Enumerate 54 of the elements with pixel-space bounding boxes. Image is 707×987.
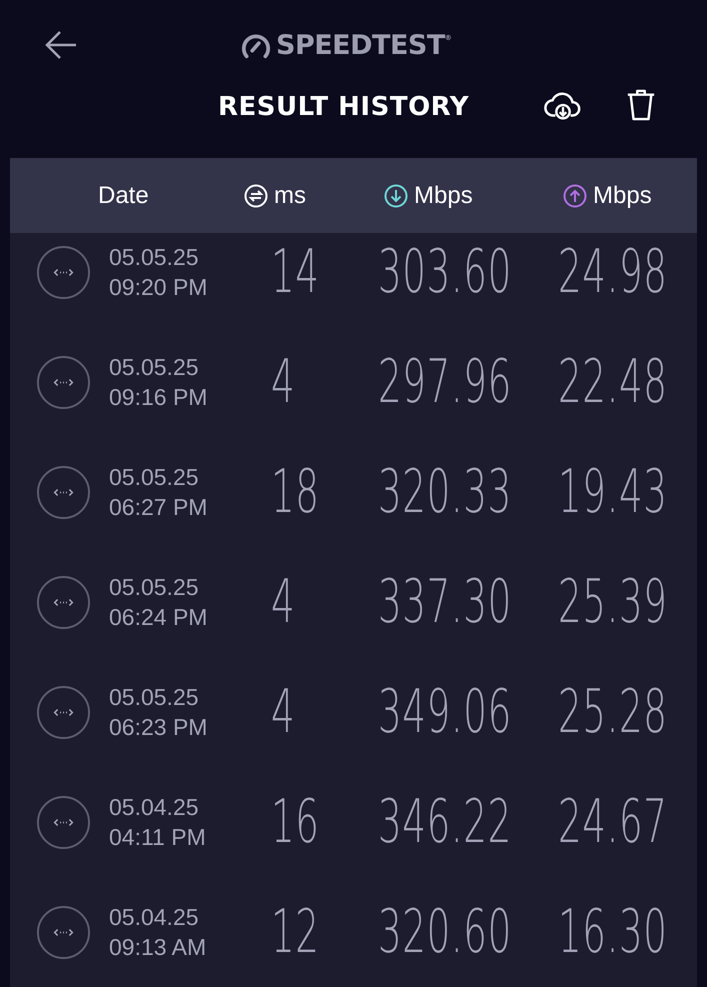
upload-value: 25.39 xyxy=(558,567,668,637)
date-text: 05.05.25 xyxy=(109,683,200,712)
column-header: Mbps xyxy=(593,182,652,210)
download-value: 320.33 xyxy=(378,457,512,527)
ping-value: 4 xyxy=(271,677,296,747)
download-value: 297.96 xyxy=(378,347,512,417)
date-text: 05.04.25 xyxy=(109,903,200,932)
time-text: 06:27 PM xyxy=(109,493,208,522)
date-text: 05.05.25 xyxy=(109,463,200,492)
time-text: 06:24 PM xyxy=(109,603,208,632)
upload-value: 24.98 xyxy=(558,237,668,307)
trash-icon[interactable] xyxy=(626,88,656,122)
download-value: 320.60 xyxy=(378,897,512,967)
column-header: Date xyxy=(98,182,149,210)
connection-icon[interactable] xyxy=(36,574,91,630)
download-value: 346.22 xyxy=(378,787,512,857)
upload-value: 16.30 xyxy=(558,897,668,967)
ping-value: 12 xyxy=(271,897,320,967)
column-header: Mbps xyxy=(414,182,473,210)
connection-icon[interactable] xyxy=(36,684,91,740)
date-text: 05.05.25 xyxy=(109,243,200,272)
date-text: 05.05.25 xyxy=(109,353,200,382)
upload-value: 25.28 xyxy=(558,677,668,747)
connection-icon[interactable] xyxy=(36,354,91,410)
connection-icon[interactable] xyxy=(36,464,91,520)
back-icon[interactable] xyxy=(44,30,78,60)
time-text: 06:23 PM xyxy=(109,713,208,742)
upload-value: 22.48 xyxy=(558,347,668,417)
ping-value: 16 xyxy=(271,787,320,857)
connection-icon[interactable] xyxy=(36,244,91,300)
page-title: RESULT HISTORY xyxy=(218,92,470,122)
ping-icon xyxy=(244,184,268,208)
cloud-download-icon[interactable] xyxy=(544,90,582,122)
download-value: 337.30 xyxy=(378,567,512,637)
upload-icon xyxy=(563,184,587,208)
time-text: 09:13 AM xyxy=(109,933,208,962)
upload-value: 24.67 xyxy=(558,787,668,857)
connection-icon[interactable] xyxy=(36,794,91,850)
ping-value: 4 xyxy=(271,567,296,637)
time-text: 09:16 PM xyxy=(109,383,208,412)
time-text: 09:20 PM xyxy=(109,273,208,302)
time-text: 04:11 PM xyxy=(109,823,207,852)
date-text: 05.04.25 xyxy=(109,793,200,822)
download-value: 349.06 xyxy=(378,677,512,747)
ping-value: 14 xyxy=(271,237,320,307)
ping-value: 4 xyxy=(271,347,296,417)
download-value: 303.60 xyxy=(378,237,512,307)
connection-icon[interactable] xyxy=(36,904,91,960)
ping-value: 18 xyxy=(271,457,320,527)
upload-value: 19.43 xyxy=(558,457,668,527)
date-text: 05.05.25 xyxy=(109,573,200,602)
column-header: ms xyxy=(274,182,306,210)
logo-text: SPEEDTEST$^{®}$ xyxy=(276,30,452,61)
download-icon xyxy=(384,184,408,208)
